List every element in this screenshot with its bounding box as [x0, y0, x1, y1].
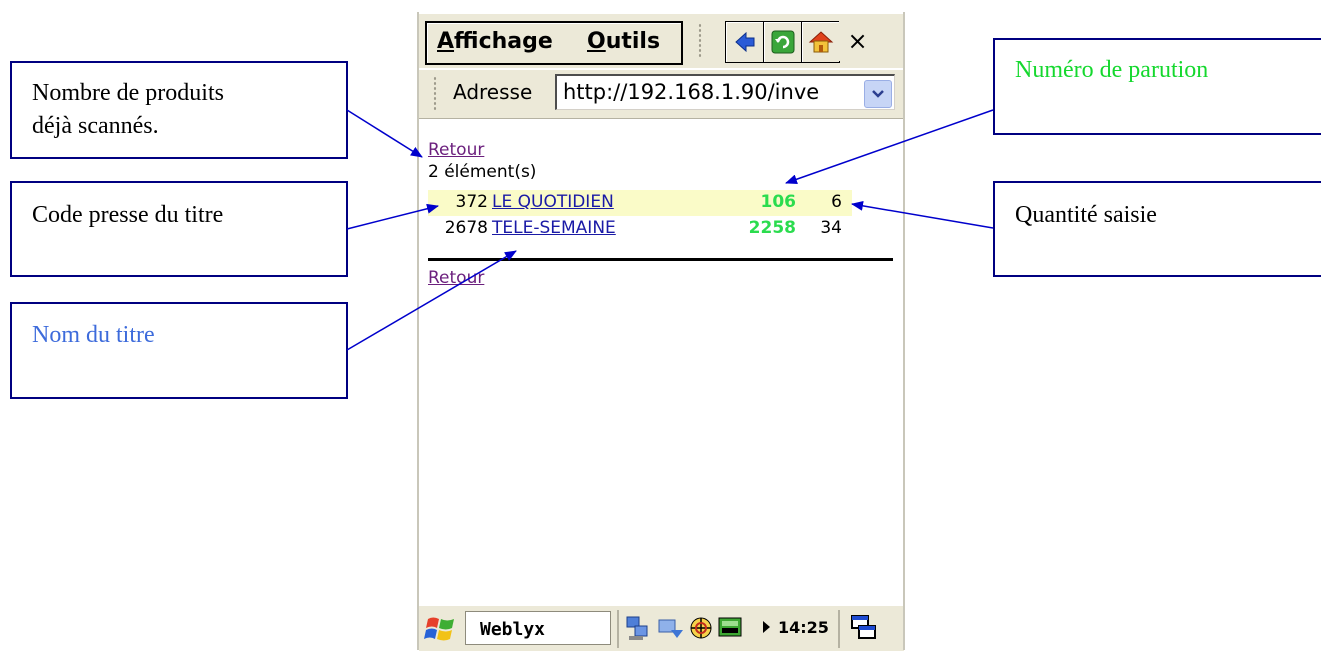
weblyx-task-button[interactable]: Weblyx [465, 611, 611, 645]
callout-issue-number: Numéro de parution [993, 38, 1321, 135]
menu-bar: Affichage Outils × [419, 14, 904, 68]
menu-affichage[interactable]: Affichage [437, 29, 553, 54]
title-link[interactable]: TELE-SEMAINE [492, 218, 616, 238]
chevron-down-icon [872, 90, 884, 98]
taskbar-clock[interactable]: 14:25 [778, 618, 829, 637]
row-issue-number: 106 [760, 192, 797, 212]
system-tray [625, 614, 761, 648]
callout-line: Nombre de produits [32, 80, 224, 106]
menu-outils-label: utils [605, 29, 661, 54]
task-label: Weblyx [480, 619, 546, 640]
menu-outils[interactable]: Outils [587, 29, 660, 54]
pocket-browser-window: Affichage Outils × Adresse http://192.16… [417, 12, 906, 651]
row-issue-number: 2258 [748, 218, 796, 238]
tray-expand-icon[interactable] [763, 621, 770, 633]
callout-scanned-count: Nombre de produits déjà scannés. [10, 61, 348, 159]
show-desktop-button[interactable] [851, 615, 877, 645]
start-button[interactable] [424, 613, 458, 645]
address-label: Adresse [453, 80, 533, 104]
close-button[interactable]: × [839, 21, 876, 61]
menu-affichage-mnemonic: A [437, 29, 455, 54]
row-quantity: 6 [831, 192, 842, 212]
address-value: http://192.168.1.90/inve [563, 80, 820, 104]
tray-divider [617, 610, 619, 648]
callout-line: déjà scannés. [32, 113, 159, 139]
separator-line [428, 258, 893, 261]
row-title: TELE-SEMAINE [492, 218, 616, 238]
address-dropdown-button[interactable] [864, 80, 892, 108]
address-input[interactable]: http://192.168.1.90/inve [555, 74, 895, 110]
address-bar: Adresse http://192.168.1.90/inve [419, 70, 904, 119]
sync-icon [658, 619, 683, 638]
taskbar: Weblyx 14:25 [419, 605, 904, 651]
ie-globe-icon [690, 617, 712, 639]
refresh-button[interactable] [763, 21, 802, 63]
close-icon: × [847, 27, 868, 55]
menu-group: Affichage Outils [425, 21, 683, 65]
menu-affichage-label: ffichage [454, 29, 553, 54]
row-code: 2678 [444, 218, 488, 238]
row-title: LE QUOTIDIEN [492, 192, 614, 212]
page-content: Retour 2 élément(s) 372 LE QUOTIDIEN 106… [419, 119, 904, 605]
refresh-icon [771, 30, 794, 54]
callout-press-code: Code presse du titre [10, 181, 348, 277]
retour-link-top[interactable]: Retour [428, 140, 484, 160]
back-button[interactable] [725, 21, 764, 63]
address-grip[interactable] [433, 76, 437, 112]
row-code: 372 [455, 192, 488, 212]
device-border-left [417, 12, 419, 650]
table-row: 2678 TELE-SEMAINE 2258 34 [428, 216, 852, 242]
table-row: 372 LE QUOTIDIEN 106 6 [428, 190, 852, 216]
window-switch-icon [851, 615, 876, 639]
tray-icons [626, 616, 742, 640]
windows-flag-icon [424, 617, 454, 641]
arrow-scanned-count [346, 109, 423, 158]
tray-divider [838, 610, 840, 648]
callout-quantity: Quantité saisie [993, 181, 1321, 277]
back-arrow-icon [734, 31, 754, 53]
menu-outils-mnemonic: O [587, 29, 606, 54]
row-quantity: 34 [820, 218, 842, 238]
device-border-right [903, 12, 905, 650]
callout-title-name: Nom du titre [10, 302, 348, 399]
home-icon [808, 31, 833, 53]
toolbar-grip[interactable] [698, 23, 702, 59]
retour-link-bottom[interactable]: Retour [428, 268, 484, 288]
network-icon [626, 616, 648, 640]
items-count: 2 élément(s) [428, 162, 537, 182]
home-button[interactable] [801, 21, 840, 63]
title-link[interactable]: LE QUOTIDIEN [492, 192, 614, 212]
battery-icon [718, 617, 742, 637]
